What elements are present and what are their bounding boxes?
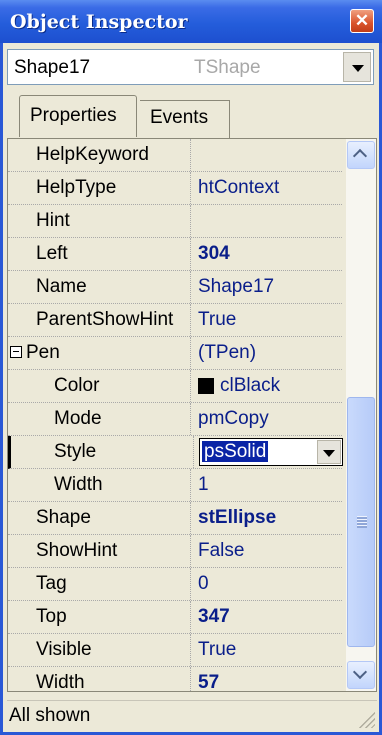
property-name: ParentShowHint [8,304,191,336]
scroll-thumb[interactable] [347,397,375,647]
property-value: clBlack [220,375,281,396]
property-row-shape[interactable]: Shape stEllipse [8,502,342,535]
property-grid: HelpKeyword HelpType htContext Hint Left… [7,138,377,692]
property-row-name[interactable]: Name Shape17 [8,271,342,304]
property-value: 304 [198,243,230,264]
property-row-helpkeyword[interactable]: HelpKeyword [8,139,342,172]
object-selector[interactable]: Shape17 TShape [7,49,374,85]
property-row-hint[interactable]: Hint [8,205,342,238]
selected-object-name: Shape17 [14,57,91,78]
style-combo-value[interactable]: psSolid [202,441,269,462]
object-inspector-window: Object Inspector ✕ Shape17 TShape Proper… [0,0,382,735]
tab-events-label: Events [150,107,209,128]
property-value: Shape17 [198,276,275,297]
property-row-showhint[interactable]: ShowHint False [8,535,342,568]
property-value: False [198,540,245,561]
property-row-pen[interactable]: Pen (TPen) [8,337,342,370]
property-row-top[interactable]: Top 347 [8,601,342,634]
property-name: HelpKeyword [8,139,191,171]
object-selector-dropdown-button[interactable] [343,52,371,82]
close-icon: ✕ [354,11,370,30]
close-button[interactable]: ✕ [350,9,374,33]
property-name: Style [11,436,194,468]
tab-properties[interactable]: Properties [19,95,137,137]
property-value: pmCopy [198,408,269,429]
property-name: HelpType [8,172,191,204]
property-value: 1 [198,474,209,495]
property-value: stEllipse [198,507,277,528]
property-value: 57 [198,672,220,692]
property-row-pen-style[interactable]: Style psSolid [8,436,343,469]
status-bar: All shown [7,700,377,730]
property-value: 0 [198,573,209,594]
property-name: Visible [8,634,191,666]
property-name: Left [8,238,191,270]
scroll-up-button[interactable] [347,141,375,169]
title-bar[interactable]: Object Inspector ✕ [0,0,382,43]
grip-icon [357,516,367,528]
property-value: (TPen) [198,342,257,363]
property-row-pen-color[interactable]: Color clBlack [8,370,342,403]
property-row-pen-width[interactable]: Width 1 [8,469,342,502]
vertical-scrollbar[interactable] [346,139,376,691]
tab-events[interactable]: Events [140,100,230,138]
property-value: 347 [198,606,230,627]
property-row-left[interactable]: Left 304 [8,238,342,271]
window-title: Object Inspector [10,11,188,33]
property-row-helptype[interactable]: HelpType htContext [8,172,342,205]
resize-grip-icon[interactable] [359,712,375,728]
property-value: htContext [198,177,280,198]
property-row-visible[interactable]: Visible True [8,634,342,667]
scroll-down-button[interactable] [347,661,375,689]
property-name: Width [8,667,191,691]
property-name: Mode [8,403,191,435]
property-row-width[interactable]: Width 57 [8,667,342,692]
property-row-tag[interactable]: Tag 0 [8,568,342,601]
status-text: All shown [9,705,91,726]
property-name: Color [8,370,191,402]
tab-properties-label: Properties [30,105,117,126]
chevron-down-icon[interactable] [317,440,341,464]
property-value: True [198,639,237,660]
property-name: ShowHint [8,535,191,567]
property-name: Shape [8,502,191,534]
property-row-pen-mode[interactable]: Mode pmCopy [8,403,342,436]
property-name: Pen [8,337,191,369]
property-row-parentshowhint[interactable]: ParentShowHint True [8,304,342,337]
color-swatch [198,378,214,394]
property-name: Tag [8,568,191,600]
property-name: Top [8,601,191,633]
property-value: True [198,309,237,330]
property-name: Hint [8,205,191,237]
property-name: Name [8,271,191,303]
selected-object-type: TShape [194,57,261,78]
property-name: Width [8,469,191,501]
style-combo[interactable]: psSolid [199,438,343,466]
